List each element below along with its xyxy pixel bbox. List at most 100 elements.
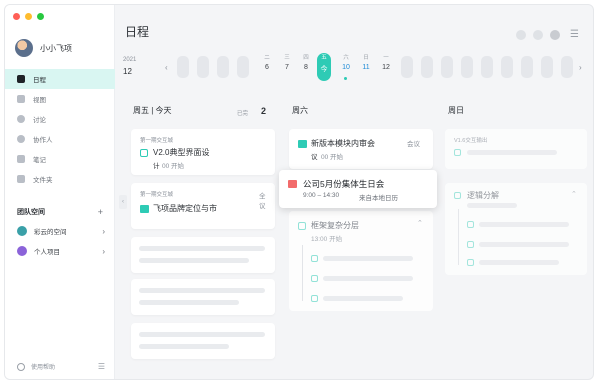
sidebar-item-discussion[interactable]: 讨论 — [5, 109, 115, 129]
chevron-up-icon[interactable]: ⌃ — [417, 219, 423, 227]
subtask-checkbox[interactable] — [467, 221, 474, 228]
subtask-checkbox[interactable] — [467, 241, 474, 248]
date-placeholder[interactable] — [197, 56, 209, 78]
chevron-up-icon[interactable]: ⌃ — [571, 190, 577, 198]
sidebar-item-collaborators[interactable]: 协作人 — [5, 129, 115, 149]
sidebar-item-label: 笔记 — [33, 157, 46, 164]
task-card[interactable]: 新版本模块内审会 议 00 开始 会议 — [289, 129, 433, 169]
task-time: 00 开始 — [321, 154, 344, 161]
header-circle-button[interactable] — [516, 29, 527, 40]
placeholder-line — [139, 300, 239, 305]
task-checkbox[interactable] — [454, 149, 461, 156]
day-mon[interactable]: 一 12 — [379, 53, 393, 71]
task-card[interactable]: 第一期交互城 飞项品牌定位与市 全 议 — [131, 183, 275, 229]
task-time: 00 开始 — [162, 163, 185, 170]
subtask-checkbox[interactable] — [311, 275, 318, 282]
date-placeholder[interactable] — [501, 56, 513, 78]
chevron-right-icon: › — [102, 246, 105, 256]
day-sun[interactable]: 日 11 — [359, 53, 373, 71]
date-placeholder[interactable] — [421, 56, 433, 78]
date-number: 11 — [362, 64, 370, 71]
menu-icon[interactable]: ☰ — [98, 362, 105, 371]
zoom-window-button[interactable] — [37, 13, 44, 20]
placeholder-card — [131, 279, 275, 315]
team-item-caiyun[interactable]: 彩云的空间 › — [5, 221, 115, 241]
task-card[interactable]: 第一期交互城 V2.0典型界面设 计 00 开始 — [131, 129, 275, 175]
task-title: V2.0典型界面设 — [153, 148, 210, 157]
header-circle-button[interactable] — [550, 29, 561, 40]
header-circle-button[interactable] — [533, 29, 544, 40]
day-sat[interactable]: 六 10 — [339, 53, 353, 80]
page-title: 日程 — [125, 25, 150, 39]
user-profile[interactable]: 小小飞项 — [15, 39, 72, 57]
task-checkbox[interactable] — [454, 192, 461, 199]
date-placeholder[interactable] — [441, 56, 453, 78]
chat-icon — [17, 115, 25, 123]
month-label: 12 — [123, 67, 132, 76]
day-wed[interactable]: 三 7 — [280, 53, 294, 71]
date-placeholder[interactable] — [401, 56, 413, 78]
team-space-title: 团队空间 — [17, 209, 45, 216]
subtask-checkbox[interactable] — [467, 259, 474, 266]
avatar[interactable] — [15, 39, 33, 57]
sidebar-item-schedule[interactable]: 日程 — [5, 69, 115, 89]
event-card-floating[interactable]: 公司5月份集体生日会 9:00 – 14:30 来自本地日历 — [279, 170, 437, 208]
minimize-window-button[interactable] — [25, 13, 32, 20]
help-icon[interactable] — [17, 362, 25, 371]
sidebar-item-notes[interactable]: 笔记 — [5, 149, 115, 169]
folder-icon — [17, 175, 25, 183]
date-placeholder[interactable] — [481, 56, 493, 78]
date-number: 12 — [382, 64, 390, 71]
task-meta: 全 — [259, 193, 266, 200]
task-checkbox[interactable] — [298, 222, 306, 230]
date-placeholder[interactable] — [461, 56, 473, 78]
event-title: 公司5月份集体生日会 — [303, 179, 385, 189]
day-today[interactable]: 五 今 — [317, 53, 331, 81]
sidebar-item-label: 视图 — [33, 97, 46, 104]
date-placeholder[interactable] — [541, 56, 553, 78]
task-time: 13:00 开始 — [311, 236, 343, 243]
date-number: 7 — [285, 64, 289, 71]
date-placeholder[interactable] — [237, 56, 249, 78]
date-placeholder[interactable] — [521, 56, 533, 78]
sidebar-item-folder[interactable]: 文件夹 — [5, 169, 115, 189]
close-window-button[interactable] — [13, 13, 20, 20]
sidebar-item-view[interactable]: 视图 — [5, 89, 115, 109]
placeholder-line — [467, 150, 557, 155]
date-placeholder[interactable] — [177, 56, 189, 78]
prev-week-button[interactable]: ‹ — [165, 63, 168, 72]
sidebar-item-label: 讨论 — [33, 117, 46, 124]
done-filter[interactable]: 已完 — [237, 109, 248, 117]
help-link[interactable]: 使用帮助 — [31, 362, 55, 371]
team-item-personal[interactable]: 个人项目 › — [5, 241, 115, 261]
team-item-label: 彩云的空间 — [34, 229, 67, 236]
collapse-sidebar-button[interactable]: ‹ — [119, 195, 127, 209]
menu-icon[interactable]: ☰ — [570, 29, 579, 40]
task-checkbox[interactable] — [140, 149, 148, 157]
placeholder-card — [131, 237, 275, 273]
date-placeholder[interactable] — [561, 56, 573, 78]
placeholder-line — [323, 256, 413, 261]
weekday-label: 一 — [383, 55, 389, 61]
date-number: 今 — [320, 66, 328, 73]
task-card-expanded[interactable]: 框架复杂分层 13:00 开始 ⌃ — [289, 211, 433, 311]
column-head-saturday: 周六 — [292, 106, 308, 115]
placeholder-line — [323, 296, 403, 301]
task-card-expanded[interactable]: 逻辑分解 ⌃ — [445, 183, 587, 275]
date-number: 10 — [342, 64, 350, 71]
placeholder-line — [139, 332, 265, 337]
add-team-button[interactable]: + — [98, 207, 103, 217]
task-title-cont: 计 — [153, 163, 160, 170]
subtask-checkbox[interactable] — [311, 295, 318, 302]
subtask-checkbox[interactable] — [311, 255, 318, 262]
day-thu[interactable]: 四 8 — [299, 53, 313, 71]
year-label: 2021 — [123, 57, 137, 63]
placeholder-line — [139, 258, 249, 263]
day-tue[interactable]: 二 6 — [260, 53, 274, 71]
task-card[interactable]: V1.6交互输出 — [445, 129, 587, 169]
next-week-button[interactable]: › — [579, 63, 582, 72]
date-placeholder[interactable] — [217, 56, 229, 78]
column-head-friday: 周五 | 今天 — [133, 106, 172, 115]
placeholder-line — [139, 288, 265, 293]
team-space-icon — [17, 226, 27, 236]
